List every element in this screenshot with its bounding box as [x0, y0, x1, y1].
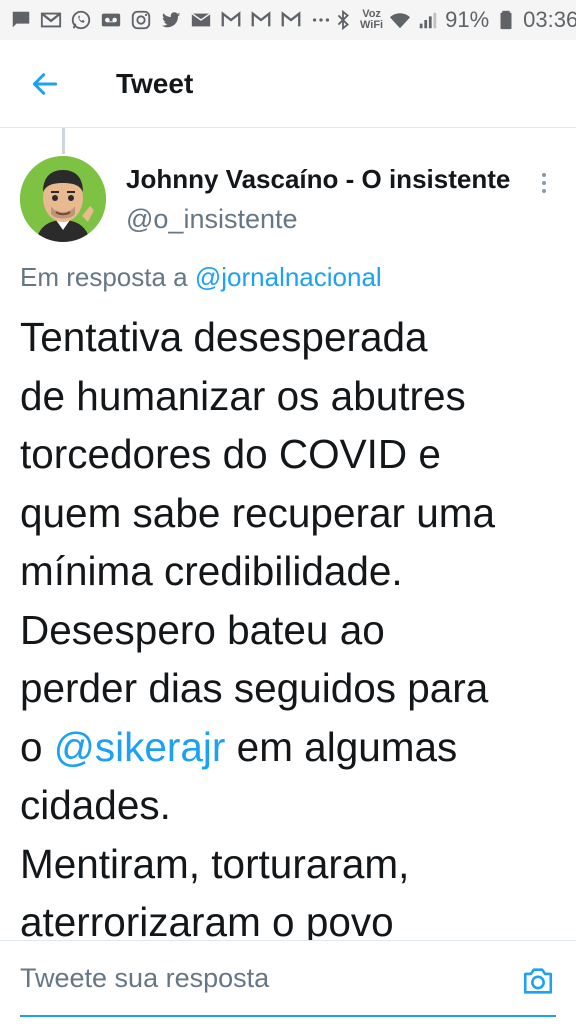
tweet-line: quem sabe recuperar uma	[20, 489, 496, 536]
tweet-text: Tentativa desesperada de humanizar os ab…	[20, 308, 565, 952]
tweet-line: torcedores do COVID e	[20, 431, 441, 477]
tweet-line: de humanizar os abutres	[20, 372, 466, 419]
tweet-line: Mentiram, torturaram,	[20, 840, 410, 887]
tweet-mention-link[interactable]: @sikerajr	[54, 724, 226, 770]
reply-prefix: Em resposta a	[20, 262, 195, 292]
reply-mention-link[interactable]: @jornalnacional	[195, 262, 382, 292]
clock: 03:36	[523, 7, 576, 32]
back-button[interactable]	[0, 40, 90, 128]
dot	[542, 173, 546, 177]
tweet-line: Tentativa desesperada	[20, 314, 428, 360]
reply-context: Em resposta a @jornalnacional	[20, 262, 382, 293]
gmail-icon	[250, 9, 272, 31]
status-bar: Voz WiFi 91% 03:36	[0, 0, 576, 40]
top-app-bar: Tweet	[0, 40, 576, 128]
signal-icon	[417, 9, 439, 31]
thread-connector-line	[62, 128, 65, 154]
tweet-line-with-mention: o @sikerajr em algumas	[20, 718, 565, 777]
notification-icons	[10, 9, 332, 31]
twitter-icon	[160, 9, 182, 31]
voz-wifi-label: Voz WiFi	[360, 9, 383, 31]
wifi-label: WiFi	[360, 19, 384, 31]
avatar[interactable]	[20, 156, 106, 242]
dot	[542, 189, 546, 193]
more-options-icon[interactable]	[530, 168, 558, 198]
tweet-line: perder dias seguidos para	[20, 665, 489, 711]
gmail-icon	[220, 9, 242, 31]
camera-button[interactable]	[520, 963, 556, 999]
whatsapp-icon	[70, 9, 92, 31]
battery-percent: 91%	[445, 7, 490, 32]
wifi-icon	[389, 9, 411, 31]
tweet-line-suffix: em algumas	[225, 723, 458, 770]
reply-input[interactable]: Tweete sua resposta	[20, 963, 500, 994]
dot	[542, 181, 546, 185]
tweet-line: cidades.	[20, 782, 171, 828]
system-icons: Voz WiFi 91% 03:36	[332, 7, 576, 33]
back-arrow-icon	[32, 72, 58, 95]
author-handle[interactable]: @o_insistente	[126, 204, 298, 235]
page-title: Tweet	[116, 67, 194, 99]
camera-icon	[523, 968, 553, 994]
tweet-line: Desespero bateu ao	[20, 606, 385, 653]
reply-input-underline	[20, 1015, 556, 1017]
avatar-caricature-icon	[20, 156, 106, 242]
gmail-icon	[280, 9, 302, 31]
more-icon	[310, 9, 332, 31]
email-icon	[190, 9, 212, 31]
instagram-icon	[130, 9, 152, 31]
bluetooth-icon	[332, 9, 354, 31]
author-name[interactable]: Johnny Vascaíno - O insistente	[126, 164, 526, 195]
tweet-line: mínima credibilidade.	[20, 548, 403, 594]
battery-icon	[495, 9, 517, 31]
chat-icon	[10, 9, 32, 31]
gmail-icon	[40, 9, 62, 31]
voicemail-icon	[100, 9, 122, 31]
tweet-line-prefix: o	[20, 723, 54, 770]
reply-bar: Tweete sua resposta	[0, 940, 576, 1024]
